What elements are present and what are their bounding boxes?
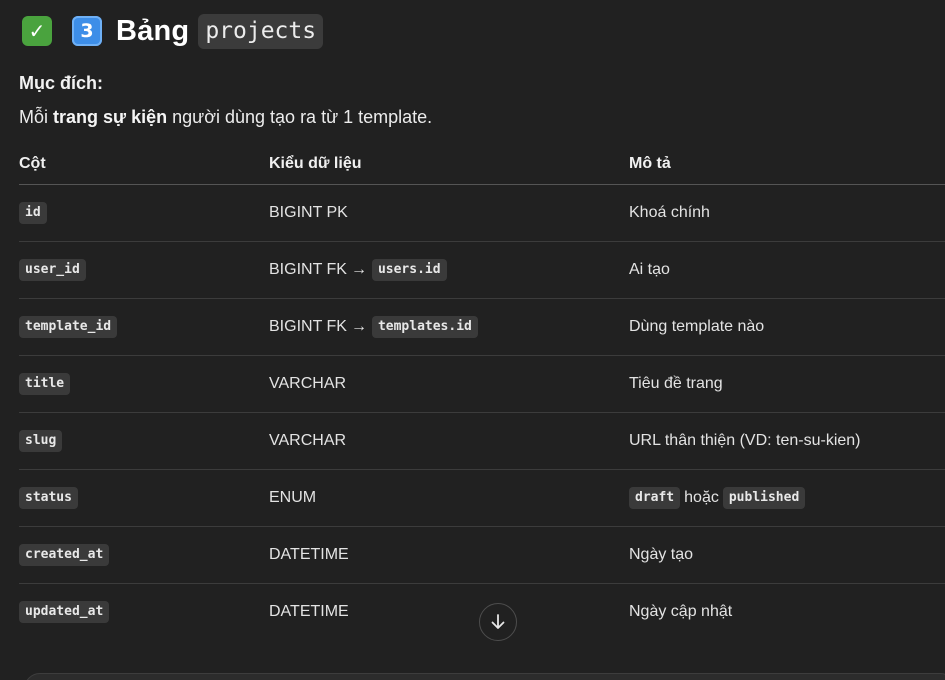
type-text: BIGINT FK: [269, 261, 347, 278]
purpose-label: Mục đích:: [19, 73, 103, 93]
type-text: BIGINT FK: [269, 318, 347, 335]
section-heading: ✓ 3 Bảng projects: [22, 12, 324, 50]
column-name: user_id: [19, 259, 86, 281]
column-name: id: [19, 202, 47, 224]
header-column: Cột: [19, 155, 46, 172]
description-connector: hoặc: [684, 489, 719, 506]
type-reference: templates.id: [371, 316, 478, 338]
column-name: template_id: [19, 316, 118, 338]
column-description: Khoá chính: [629, 204, 710, 221]
purpose-text: Mỗi trang sự kiện người dùng tạo ra từ 1…: [19, 107, 432, 128]
column-name: status: [19, 487, 78, 509]
table-row: status ENUM draft hoặc published: [19, 470, 945, 527]
purpose-suffix: người dùng tạo ra từ 1 template.: [172, 107, 433, 127]
column-type: ENUM: [269, 489, 317, 506]
heading-text: Bảng: [116, 14, 190, 47]
table-row: created_at DATETIME Ngày tạo: [19, 527, 945, 584]
status-value-draft: draft: [629, 487, 681, 509]
status-value-published: published: [722, 487, 806, 509]
column-description: Ngày cập nhật: [629, 603, 733, 620]
table-row: template_id BIGINT FK → templates.id Dùn…: [19, 299, 945, 356]
column-type: DATETIME: [269, 603, 349, 620]
column-description: Ngày tạo: [629, 546, 694, 563]
table-row: slug VARCHAR URL thân thiện (VD: ten-su-…: [19, 413, 945, 470]
arrow-right-icon: →: [350, 318, 367, 335]
header-description: Mô tả: [629, 155, 671, 172]
column-type: BIGINT FK → users.id: [269, 259, 629, 281]
column-type: BIGINT FK → templates.id: [269, 316, 629, 338]
arrow-down-icon: [491, 614, 505, 629]
table-row: title VARCHAR Tiêu đề trang: [19, 356, 945, 413]
table-row: id BIGINT PK Khoá chính: [19, 185, 945, 242]
type-reference: users.id: [371, 259, 447, 281]
table-row: user_id BIGINT FK → users.id Ai tạo: [19, 242, 945, 299]
columns-table: Cột Kiểu dữ liệu Mô tả id BIGINT PK Khoá…: [19, 144, 945, 640]
column-description: Ai tạo: [629, 261, 670, 278]
column-type: BIGINT PK: [269, 204, 348, 221]
check-mark-icon: ✓: [22, 16, 52, 46]
column-name: title: [19, 373, 71, 395]
column-name: updated_at: [19, 601, 110, 623]
column-type: DATETIME: [269, 546, 349, 563]
column-name: slug: [19, 430, 63, 452]
message-composer[interactable]: [24, 673, 945, 680]
scroll-to-bottom-button[interactable]: [479, 603, 517, 641]
column-description: Tiêu đề trang: [629, 375, 723, 392]
arrow-right-icon: →: [350, 261, 367, 278]
column-name: created_at: [19, 544, 110, 566]
chat-message-view: ✓ 3 Bảng projects Mục đích: Mỗi trang sự…: [0, 0, 945, 680]
column-type: VARCHAR: [269, 375, 347, 392]
header-type: Kiểu dữ liệu: [269, 155, 362, 172]
table-header: Cột Kiểu dữ liệu Mô tả: [19, 144, 945, 185]
purpose-prefix: Mỗi: [19, 107, 49, 127]
column-type: VARCHAR: [269, 432, 347, 449]
column-description: Dùng template nào: [629, 318, 765, 335]
keycap-3-icon: 3: [72, 16, 102, 46]
purpose-bold: trang sự kiện: [53, 107, 168, 127]
heading-code: projects: [198, 13, 324, 49]
column-description: URL thân thiện (VD: ten-su-kien): [629, 432, 861, 449]
column-description: draft hoặc published: [629, 487, 945, 509]
